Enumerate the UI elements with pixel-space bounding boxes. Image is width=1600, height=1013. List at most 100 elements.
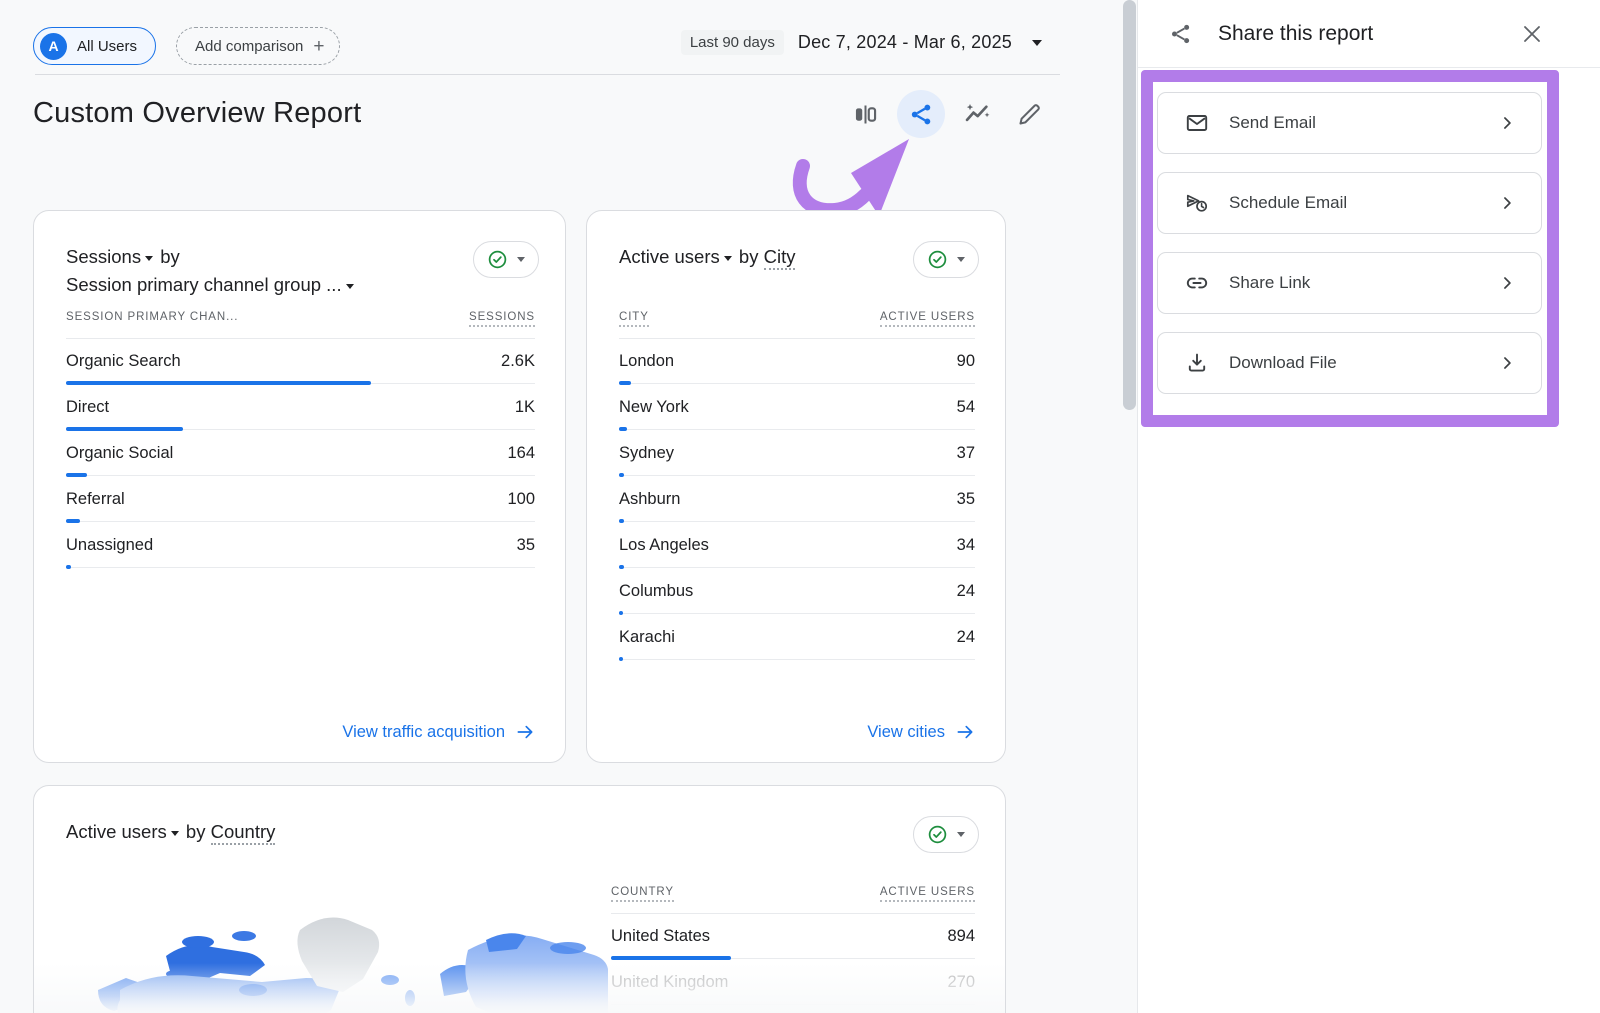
- check-circle-icon: [487, 249, 508, 270]
- table-row[interactable]: Unassigned35: [66, 523, 535, 569]
- chevron-down-icon: [145, 256, 153, 261]
- close-icon[interactable]: [1520, 22, 1544, 46]
- share-link-option[interactable]: Share Link: [1157, 252, 1542, 314]
- chevron-down-icon: [346, 284, 354, 289]
- row-value: 894: [947, 927, 975, 946]
- sortable-column[interactable]: SESSIONS: [469, 311, 535, 327]
- pencil-icon: [1016, 101, 1043, 128]
- column-headers: COUNTRY ACTIVE USERS: [611, 886, 975, 902]
- active-users-by-country-card: Active users by Country: [33, 785, 1006, 1013]
- value-bar: [66, 473, 535, 477]
- option-label: Schedule Email: [1229, 193, 1347, 213]
- row-value: 164: [507, 444, 535, 463]
- table-row[interactable]: London90: [619, 339, 975, 385]
- plus-icon: +: [313, 37, 324, 56]
- sessions-by-channel-card: Sessions by Session primary channel grou…: [33, 210, 566, 763]
- table-row[interactable]: Karachi 24: [619, 615, 975, 661]
- row-label: London: [619, 352, 674, 371]
- comparison-toggle-button[interactable]: [845, 94, 885, 134]
- chevron-down-icon: [724, 256, 732, 261]
- row-label: Unassigned: [66, 536, 153, 555]
- table-row[interactable]: Sydney37: [619, 431, 975, 477]
- world-map: [48, 878, 628, 1013]
- all-users-segment-chip[interactable]: A All Users: [33, 27, 156, 65]
- table-row[interactable]: Direct1K: [66, 385, 535, 431]
- add-comparison-button[interactable]: Add comparison +: [176, 27, 340, 65]
- data-quality-pill[interactable]: [913, 241, 979, 278]
- card-title[interactable]: Sessions by Session primary channel grou…: [66, 243, 356, 299]
- arrow-right-icon: [515, 722, 535, 742]
- row-label: Referral: [66, 490, 125, 509]
- sortable-column[interactable]: COUNTRY: [611, 886, 674, 902]
- row-label: Karachi: [619, 628, 675, 647]
- row-label: United Kingdom: [611, 973, 728, 992]
- chevron-right-icon: [1497, 273, 1517, 293]
- share-options-list: Send Email Schedule Email Share Link Downlo…: [1153, 82, 1547, 415]
- view-traffic-acquisition-link[interactable]: View traffic acquisition: [342, 722, 535, 742]
- chevron-right-icon: [1497, 193, 1517, 213]
- row-label: Organic Search: [66, 352, 181, 371]
- chevron-down-icon: [1032, 40, 1042, 46]
- insights-icon: [963, 100, 991, 128]
- chevron-down-icon: [957, 832, 965, 837]
- insights-button[interactable]: [957, 94, 997, 134]
- table-row[interactable]: Organic Social 164: [66, 431, 535, 477]
- table-row[interactable]: Ashburn35: [619, 477, 975, 523]
- date-range-picker[interactable]: Last 90 days Dec 7, 2024 - Mar 6, 2025: [681, 30, 1042, 55]
- toolbar-divider: [35, 74, 1060, 75]
- email-icon: [1185, 111, 1209, 135]
- page-title: Custom Overview Report: [33, 97, 361, 130]
- row-value: 1K: [515, 398, 535, 417]
- table-row[interactable]: Columbus24: [619, 569, 975, 615]
- download-file-option[interactable]: Download File: [1157, 332, 1542, 394]
- chevron-down-icon: [517, 257, 525, 262]
- column-headers: CITY ACTIVE USERS: [619, 311, 975, 327]
- segment-avatar: A: [40, 33, 67, 60]
- row-label: Organic Social: [66, 444, 173, 463]
- schedule-email-option[interactable]: Schedule Email: [1157, 172, 1542, 234]
- cities-table: London90New York54Sydney37Ashburn35Los A…: [619, 339, 975, 661]
- vertical-scrollbar[interactable]: [1123, 0, 1136, 410]
- data-quality-pill[interactable]: [913, 816, 979, 853]
- table-row[interactable]: United Kingdom270: [611, 960, 975, 1006]
- date-preset-badge: Last 90 days: [681, 30, 784, 55]
- card-title[interactable]: Active users by Country: [66, 818, 275, 846]
- value-bar: [66, 427, 535, 431]
- card-title[interactable]: Active users by City: [619, 243, 795, 271]
- value-bar: [619, 565, 975, 569]
- table-row[interactable]: Los Angeles34: [619, 523, 975, 569]
- chevron-down-icon: [957, 257, 965, 262]
- sortable-column[interactable]: CITY: [619, 311, 649, 327]
- view-cities-link[interactable]: View cities: [867, 722, 975, 742]
- check-circle-icon: [927, 824, 948, 845]
- table-row[interactable]: United States894: [611, 914, 975, 960]
- share-report-panel: Share this report Send Email Schedule Ema…: [1137, 0, 1600, 1013]
- chevron-right-icon: [1497, 113, 1517, 133]
- table-row[interactable]: New York54: [619, 385, 975, 431]
- download-icon: [1185, 351, 1209, 375]
- value-bar: [619, 657, 975, 661]
- row-value: 24: [957, 582, 975, 601]
- share-report-button[interactable]: [897, 90, 945, 138]
- row-value: 2.6K: [501, 352, 535, 371]
- table-row[interactable]: Referral 100: [66, 477, 535, 523]
- ga4-report-screen: A All Users Add comparison + Last 90 day…: [0, 0, 1600, 1013]
- data-quality-pill[interactable]: [473, 241, 539, 278]
- sortable-column[interactable]: ACTIVE USERS: [880, 311, 975, 327]
- share-icon: [908, 101, 935, 128]
- value-bar: [611, 1002, 975, 1006]
- comparison-icon: [852, 101, 879, 128]
- sortable-column[interactable]: ACTIVE USERS: [880, 886, 975, 902]
- edit-report-button[interactable]: [1009, 94, 1049, 134]
- chevron-right-icon: [1497, 353, 1517, 373]
- option-label: Send Email: [1229, 113, 1316, 133]
- row-value: 24: [957, 628, 975, 647]
- panel-title: Share this report: [1218, 22, 1373, 46]
- table-row[interactable]: Organic Search 2.6K: [66, 339, 535, 385]
- row-value: 100: [507, 490, 535, 509]
- value-bar: [619, 381, 975, 385]
- send-email-option[interactable]: Send Email: [1157, 92, 1542, 154]
- value-bar: [66, 565, 535, 569]
- report-actions: [845, 90, 1049, 138]
- countries-table: United States894United Kingdom270: [611, 914, 975, 1006]
